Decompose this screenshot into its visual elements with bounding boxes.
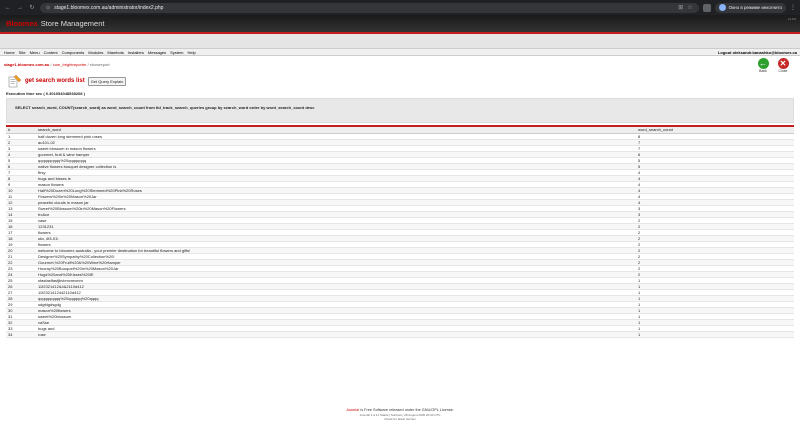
page-title-row: get search words list Get Query Explain [0,72,800,90]
url-text: stage1.bloomex.com.au/administrator/inde… [54,4,164,11]
execution-time: Execution time sec ( 0.301054048538208 ) [6,90,85,96]
back-arrow-icon[interactable]: ← [4,4,12,12]
admin-header: Bloomex Store Management v1.0.0 [0,15,800,32]
breadcrumb-page: showreport [89,61,110,67]
incognito-indicator[interactable]: Окно в режиме инкогнито [714,2,786,13]
row-word-search-count: 1 [636,331,794,338]
menu-item-site[interactable]: Site [17,50,28,55]
sql-query-text: SELECT search_word, COUNT(search_word) a… [15,105,315,110]
breadcrumb-site[interactable]: stage1.bloomex.com.au [4,62,49,67]
footer: Joomla! is Free Software released under … [0,408,800,422]
menu-item-mambots[interactable]: Mambots [105,50,125,55]
extension-icon[interactable] [702,3,711,12]
logout-link[interactable]: Logout oleksandr.banashko@bloomex.ca [718,50,797,55]
check-latest-version-link[interactable]: Check for latest Version [0,417,800,422]
sql-query-box: SELECT search_word, COUNT(search_word) a… [6,98,794,123]
results-table-wrapper: # search_word word_search_count 1 half do… [6,125,794,338]
incognito-label: Окно в режиме инкогнито [728,5,782,10]
table-row: 34 rose 1 [6,331,794,338]
results-table: # search_word word_search_count 1 half do… [6,127,794,338]
admin-menubar: Home Site Menu Content Components Module… [0,48,800,56]
menu-item-components[interactable]: Components [60,50,87,55]
translate-icon[interactable]: ⊞ [678,4,683,11]
site-info-icon[interactable]: ⊙ [46,5,50,11]
menu-item-content[interactable]: Content [42,50,60,55]
joomla-link[interactable]: Joomla! [346,408,359,412]
toolbar: ← Back ✕ Close [756,58,790,73]
back-label: Back [759,69,767,73]
get-query-explain-button[interactable]: Get Query Explain [87,76,127,86]
incognito-avatar-icon [718,4,726,11]
browser-menu-icon[interactable]: ⋮ [790,4,796,11]
report-icon [8,74,22,88]
back-icon: ← [757,58,769,69]
menu-item-home[interactable]: Home [2,50,17,55]
menu-item-messages[interactable]: Messages [146,50,168,55]
bookmark-star-icon[interactable]: ☆ [687,4,692,11]
menu-item-help[interactable]: Help [185,50,197,55]
table-body: 1 half dozen long stemmed pink roses 8 2 au1… [6,133,794,338]
breadcrumb-row: stage1.bloomex.com.au / com_brightreport… [0,56,800,73]
close-icon: ✕ [777,58,789,69]
row-number: 34 [6,331,36,338]
page-title: get search words list [25,78,85,84]
forward-arrow-icon[interactable]: → [16,4,24,12]
menu-item-menu[interactable]: Menu [28,50,42,55]
close-label: Close [778,69,788,73]
brand-logo: Bloomex [6,19,38,28]
row-search-word: rose [36,331,636,338]
breadcrumb-component[interactable]: com_brightreporter [53,62,87,67]
address-bar[interactable]: ⊙ stage1.bloomex.com.au/administrator/in… [40,2,699,13]
menu-item-system[interactable]: System [168,50,185,55]
menu-item-installers[interactable]: Installers [126,50,146,55]
breadcrumb: stage1.bloomex.com.au / com_brightreport… [4,62,110,67]
header-band [0,34,800,48]
brand-subtitle: Store Management [40,19,105,28]
browser-toolbar: ← → ↻ ⊙ stage1.bloomex.com.au/administra… [0,0,800,15]
back-button[interactable]: ← Back [756,58,770,73]
footer-license-text: is Free Software released under the GNU/… [359,408,454,412]
menu-item-modules[interactable]: Modules [86,50,105,55]
close-button[interactable]: ✕ Close [776,58,790,73]
reload-icon[interactable]: ↻ [28,4,36,12]
version-label: v1.0.0 [787,17,796,21]
